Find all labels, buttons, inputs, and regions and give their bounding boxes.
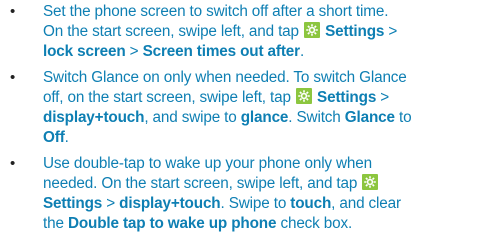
- bullet: •: [10, 3, 16, 20]
- list-item: • Switch Glance on only when needed. To …: [0, 68, 479, 148]
- list-item: • Set the phone screen to switch off aft…: [0, 0, 479, 62]
- settings-gear-icon: [362, 174, 379, 190]
- item-text: Set the phone screen to switch off after…: [43, 3, 398, 60]
- bullet: •: [10, 69, 16, 86]
- item-text: Switch Glance on only when needed. To sw…: [43, 69, 412, 146]
- settings-gear-icon: [304, 22, 320, 38]
- tips-list: • Set the phone screen to switch off aft…: [0, 0, 479, 234]
- list-item: • Use double-tap to wake up your phone o…: [0, 154, 479, 234]
- item-text: Use double-tap to wake up your phone onl…: [43, 155, 401, 232]
- settings-gear-icon: [295, 88, 312, 104]
- bullet: •: [10, 155, 16, 172]
